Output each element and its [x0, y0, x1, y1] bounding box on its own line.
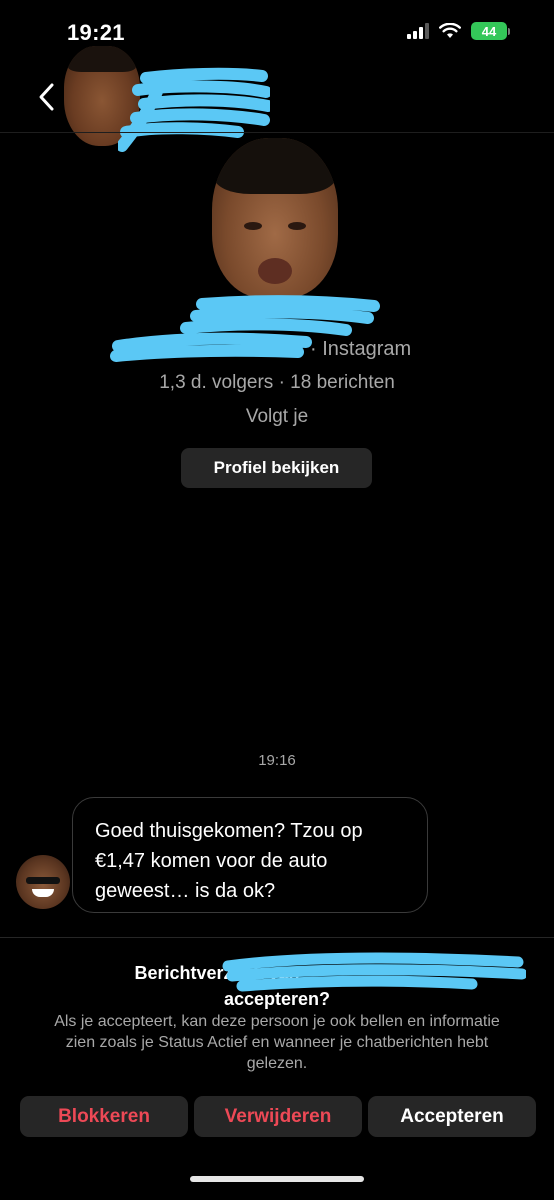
profile-avatar[interactable] [212, 138, 338, 298]
message-timestamp: 19:16 [258, 752, 296, 769]
status-time: 19:21 [67, 20, 125, 45]
accept-button[interactable]: Accepteren [368, 1096, 536, 1137]
cellular-signal-icon [407, 23, 429, 39]
profile-platform: · Instagram [310, 338, 412, 360]
request-description: Als je accepteert, kan deze persoon je o… [54, 1013, 500, 1072]
request-name-redaction [222, 952, 526, 992]
delete-button[interactable]: Verwijderen [194, 1096, 362, 1137]
message-line: geweest… is da ok? [95, 880, 276, 902]
message-bubble[interactable]: Goed thuisgekomen? Tzou op €1,47 komen v… [72, 797, 428, 913]
block-button[interactable]: Blokkeren [20, 1096, 188, 1137]
message-line: €1,47 komen voor de auto [95, 850, 328, 872]
header-divider [0, 132, 554, 133]
wifi-icon [439, 23, 461, 38]
message-line: Goed thuisgekomen? Tzou op [95, 820, 363, 842]
battery-level: 44 [471, 22, 507, 40]
view-profile-button[interactable]: Profiel bekijken [181, 448, 372, 488]
profile-stats: 1,3 d. volgers · 18 berichten [159, 372, 395, 393]
sender-avatar[interactable] [16, 855, 70, 909]
battery-icon: 44 [471, 22, 510, 40]
status-icons: 44 [407, 22, 510, 40]
request-divider [0, 937, 554, 938]
follows-you-label: Volgt je [245, 406, 309, 427]
home-indicator[interactable] [190, 1176, 364, 1182]
chevron-left-icon[interactable] [34, 80, 60, 114]
